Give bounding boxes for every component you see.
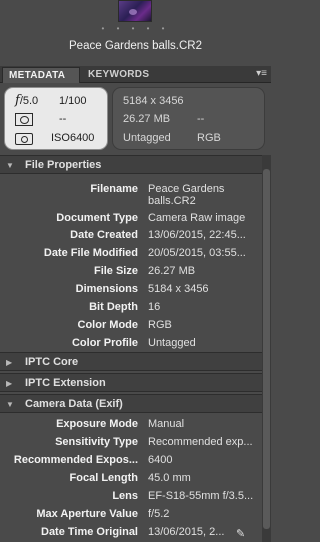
property-row: Bit Depth 16: [89, 301, 161, 313]
property-row: File Size 26.27 MB: [93, 265, 196, 277]
property-row: Date File Modified 20/05/2015, 03:55...: [43, 247, 246, 259]
image-info-box: 5184 x 3456 26.27 MB -- Untagged RGB: [112, 87, 265, 150]
property-row: Sensitivity Type Recommended exp...: [55, 436, 253, 448]
metering-value: --: [59, 113, 67, 125]
property-row: Color Mode RGB: [77, 319, 172, 331]
iso-row: ISO6400: [5, 129, 109, 147]
property-row: Date Time Original 13/06/2015, 2... ✎: [0, 524, 262, 540]
metadata-properties-list: ▼ File Properties Filename Peace Gardens…: [0, 155, 262, 542]
collapse-triangle-icon: ▶: [6, 358, 13, 367]
expand-triangle-icon: ▼: [6, 400, 14, 409]
edit-pencil-icon[interactable]: ✎: [236, 526, 248, 540]
panel-tabs: METADATA KEYWORDS ▾≡: [0, 66, 271, 83]
image-filesize: 26.27 MB: [123, 113, 171, 125]
collapse-triangle-icon: ▶: [6, 379, 13, 388]
metering-row: --: [5, 110, 109, 128]
scrollbar-thumb[interactable]: [263, 169, 270, 529]
property-row: Focal Length 45.0 mm: [69, 472, 191, 484]
property-row-filename: Filename Peace Gardens balls.CR2: [90, 183, 225, 207]
panel-menu-icon[interactable]: ▾≡: [256, 68, 267, 79]
color-mode: RGB: [197, 132, 221, 144]
property-row: Dimensions 5184 x 3456: [75, 283, 209, 295]
property-row: Lens EF-S18-55mm f/3.5...: [112, 490, 254, 502]
property-row: Exposure Mode Manual: [56, 418, 185, 430]
scrollbar[interactable]: [262, 155, 271, 542]
file-name: Peace Gardens balls.CR2: [69, 40, 202, 52]
expand-triangle-icon: ▼: [6, 161, 14, 170]
section-file-properties[interactable]: ▼ File Properties: [0, 155, 262, 174]
image-filesize-extra: --: [197, 113, 205, 125]
metering-mode-icon: [15, 113, 33, 126]
camera-settings-box: f/5.0 1/100 -- ISO6400: [4, 87, 108, 150]
property-row: Recommended Expos... 6400: [13, 454, 173, 466]
thumbnail-image[interactable]: [118, 0, 152, 22]
metadata-placard: f/5.0 1/100 -- ISO6400 5184 x 3456 26.27…: [4, 87, 265, 150]
section-iptc-core[interactable]: ▶ IPTC Core: [0, 352, 262, 371]
tab-keywords[interactable]: KEYWORDS: [82, 67, 155, 83]
rating-dots[interactable]: • • • • •: [0, 24, 271, 33]
camera-icon: [15, 133, 33, 145]
section-iptc-extension[interactable]: ▶ IPTC Extension: [0, 373, 262, 392]
aperture-shutter-row: f/5.0 1/100: [5, 92, 109, 110]
iso-value: ISO6400: [51, 132, 95, 144]
section-camera-data[interactable]: ▼ Camera Data (Exif): [0, 394, 262, 413]
property-row: Max Aperture Value f/5.2: [36, 508, 170, 520]
property-row: Date Created 13/06/2015, 22:45...: [70, 229, 246, 241]
tab-metadata[interactable]: METADATA: [2, 67, 80, 83]
property-row: Document Type Camera Raw image: [56, 212, 246, 224]
property-row: Color Profile Untagged: [71, 337, 196, 349]
shutter-speed: 1/100: [59, 95, 87, 107]
color-profile-tag: Untagged: [123, 132, 171, 144]
preview-area: • • • • • Peace Gardens balls.CR2: [0, 0, 271, 64]
image-dimensions: 5184 x 3456: [123, 95, 184, 107]
aperture-value: f/5.0: [15, 93, 39, 108]
